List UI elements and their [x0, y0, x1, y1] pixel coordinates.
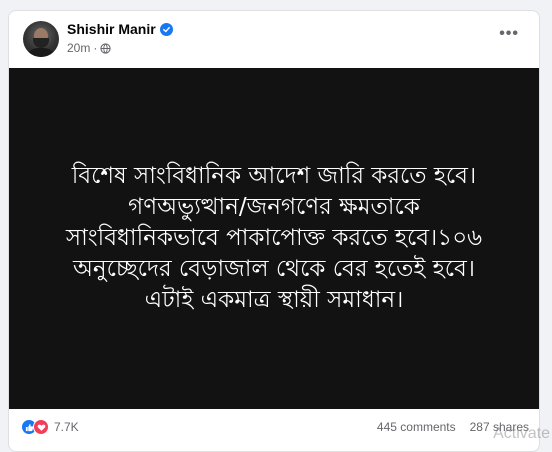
post-stats: 7.7K 445 comments 287 shares [9, 412, 539, 442]
post-text-background: বিশেষ সাংবিধানিক আদেশ জারি করতে হবে।গণঅভ… [9, 68, 539, 409]
more-options-icon[interactable]: ••• [499, 26, 519, 42]
comments-count[interactable]: 445 comments [377, 420, 456, 434]
post-text: বিশেষ সাংবিধানিক আদেশ জারি করতে হবে।গণঅভ… [65, 163, 483, 313]
love-icon [33, 419, 49, 435]
activate-windows-watermark: Activate [493, 425, 550, 442]
post-meta: 20m · [67, 41, 111, 55]
author-name[interactable]: Shishir Manir [67, 21, 156, 37]
post-header: Shishir Manir 20m · ••• [9, 11, 539, 67]
meta-separator: · [93, 41, 98, 55]
author-avatar[interactable] [23, 21, 59, 57]
post-card: Shishir Manir 20m · ••• বিশেষ সাংবিধানিক… [8, 10, 540, 452]
verified-badge-icon [159, 22, 173, 36]
avatar-shirt [26, 48, 56, 57]
globe-icon[interactable] [100, 42, 111, 54]
reaction-count: 7.7K [54, 420, 79, 434]
author-name-row: Shishir Manir [67, 21, 173, 37]
avatar-beard [33, 38, 49, 48]
reactions-summary[interactable]: 7.7K [21, 419, 79, 435]
post-time[interactable]: 20m [67, 41, 90, 55]
